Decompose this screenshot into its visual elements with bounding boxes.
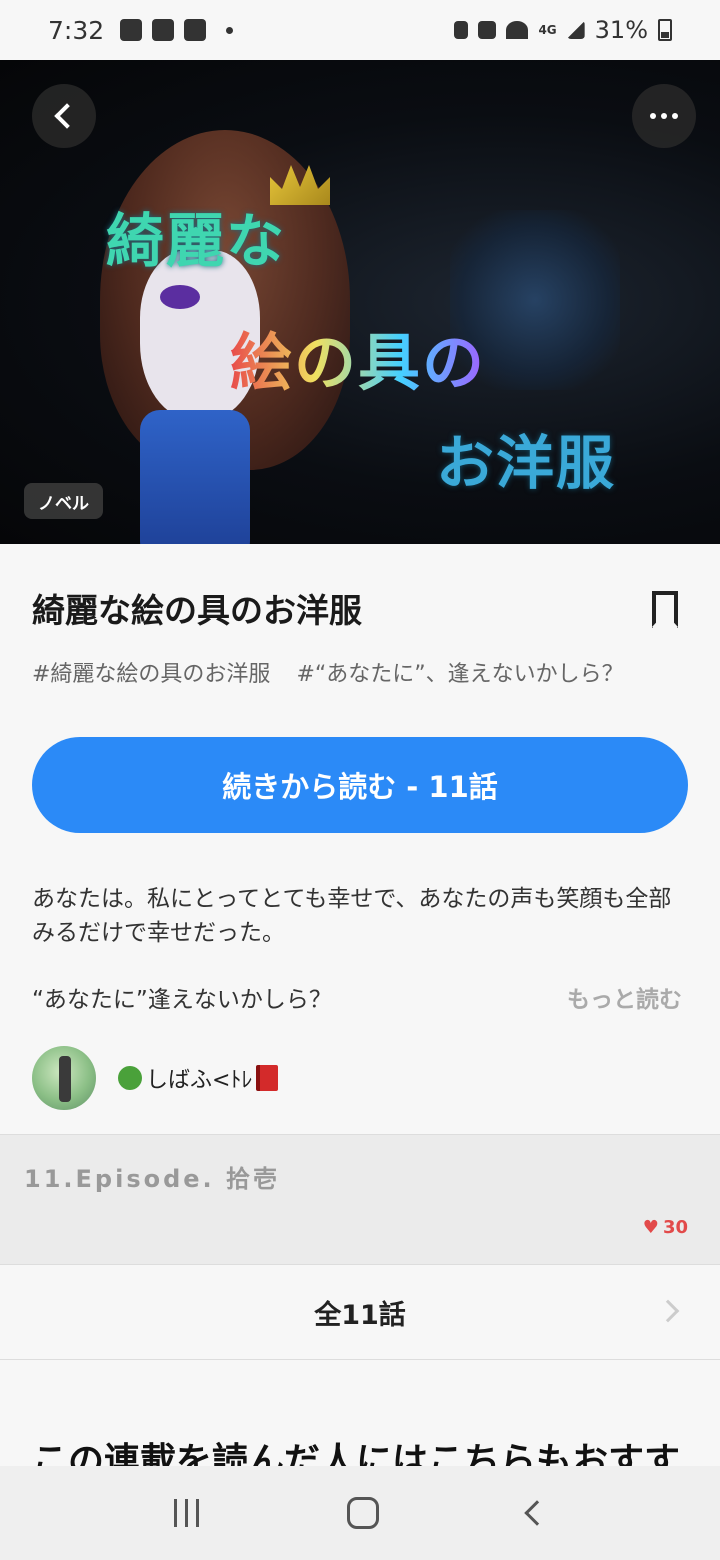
- more-notifications-icon: [226, 26, 234, 34]
- system-nav-bar: [0, 1466, 720, 1560]
- author-row[interactable]: しばふ<ﾄﾚ: [32, 1046, 279, 1110]
- latest-episode-card[interactable]: 11.Episode. 拾壱 ♥ 30: [0, 1134, 720, 1264]
- more-horizontal-icon: [650, 113, 678, 119]
- app-notification-icon: [120, 19, 143, 41]
- chevron-left-icon: [54, 103, 80, 129]
- battery-saver-icon: [454, 21, 469, 39]
- more-options-button[interactable]: [632, 84, 696, 148]
- cover-image: 綺麗な 絵の具の お洋服 ノベル: [0, 60, 720, 544]
- description-second-line: “あなたに”逢えないかしら？: [32, 987, 332, 1013]
- recent-apps-icon[interactable]: [174, 1499, 200, 1527]
- heart-icon: ♥: [642, 1217, 659, 1238]
- all-episodes-button[interactable]: 全11話: [0, 1264, 720, 1360]
- cover-title-line3: お洋服: [436, 429, 617, 497]
- cover-illustration-eye: [160, 285, 200, 309]
- cover-title-line2: 絵の具の: [230, 312, 486, 402]
- mute-icon: [478, 21, 497, 39]
- hashtag-1[interactable]: #綺麗な絵の具のお洋服: [32, 656, 270, 688]
- back-button[interactable]: [32, 84, 96, 148]
- signal-icon: [566, 21, 585, 39]
- chevron-right-icon: [656, 1299, 680, 1323]
- bookmark-icon[interactable]: [652, 591, 678, 625]
- hashtag-2[interactable]: #“あなたに”、逢えないかしら？: [296, 656, 623, 688]
- status-right: 4G 31%: [454, 16, 672, 44]
- title-row: 綺麗な絵の具のお洋服: [32, 584, 688, 632]
- description-text: あなたは。私にとってとても幸せで、あなたの声も笑顔も全部みるだけで幸せだった。: [32, 886, 672, 946]
- status-time: 7:32: [48, 15, 105, 45]
- like-count: 30: [662, 1217, 688, 1238]
- wifi-icon: [506, 21, 529, 39]
- genre-tag: ノベル: [24, 483, 103, 519]
- cover-title-line1: 綺麗な: [106, 207, 287, 275]
- description-row: “あなたに”逢えないかしら？ もっと読む: [32, 980, 682, 1014]
- episode-title: 11.Episode. 拾壱: [24, 1165, 281, 1193]
- series-title: 綺麗な絵の具のお洋服: [32, 591, 362, 630]
- tree-emoji-icon: [118, 1066, 142, 1090]
- back-nav-icon[interactable]: [524, 1500, 550, 1526]
- author-name: しばふ<ﾄﾚ: [146, 1068, 253, 1093]
- hashtags: #綺麗な絵の具のお洋服 #“あなたに”、逢えないかしら？: [32, 656, 624, 688]
- read-more-link[interactable]: もっと読む: [567, 980, 682, 1014]
- image-notification-icon: [152, 19, 175, 41]
- home-icon[interactable]: [347, 1497, 380, 1529]
- youtube-notification-icon: [184, 19, 207, 41]
- all-episodes-label: 全11話: [314, 1299, 406, 1331]
- author-name-wrap[interactable]: しばふ<ﾄﾚ: [118, 1062, 279, 1094]
- network-type: 4G: [538, 23, 557, 37]
- continue-reading-button[interactable]: 続きから読む - 11話: [32, 737, 688, 833]
- red-book-emoji-icon: [256, 1065, 279, 1091]
- episode-likes: ♥ 30: [643, 1217, 688, 1238]
- cover-illustration-dress: [140, 410, 250, 544]
- status-bar: 7:32 4G 31%: [0, 0, 720, 60]
- avatar[interactable]: [32, 1046, 96, 1110]
- battery-percent: 31%: [594, 16, 648, 44]
- status-left: 7:32: [48, 15, 234, 45]
- battery-icon: [658, 19, 672, 41]
